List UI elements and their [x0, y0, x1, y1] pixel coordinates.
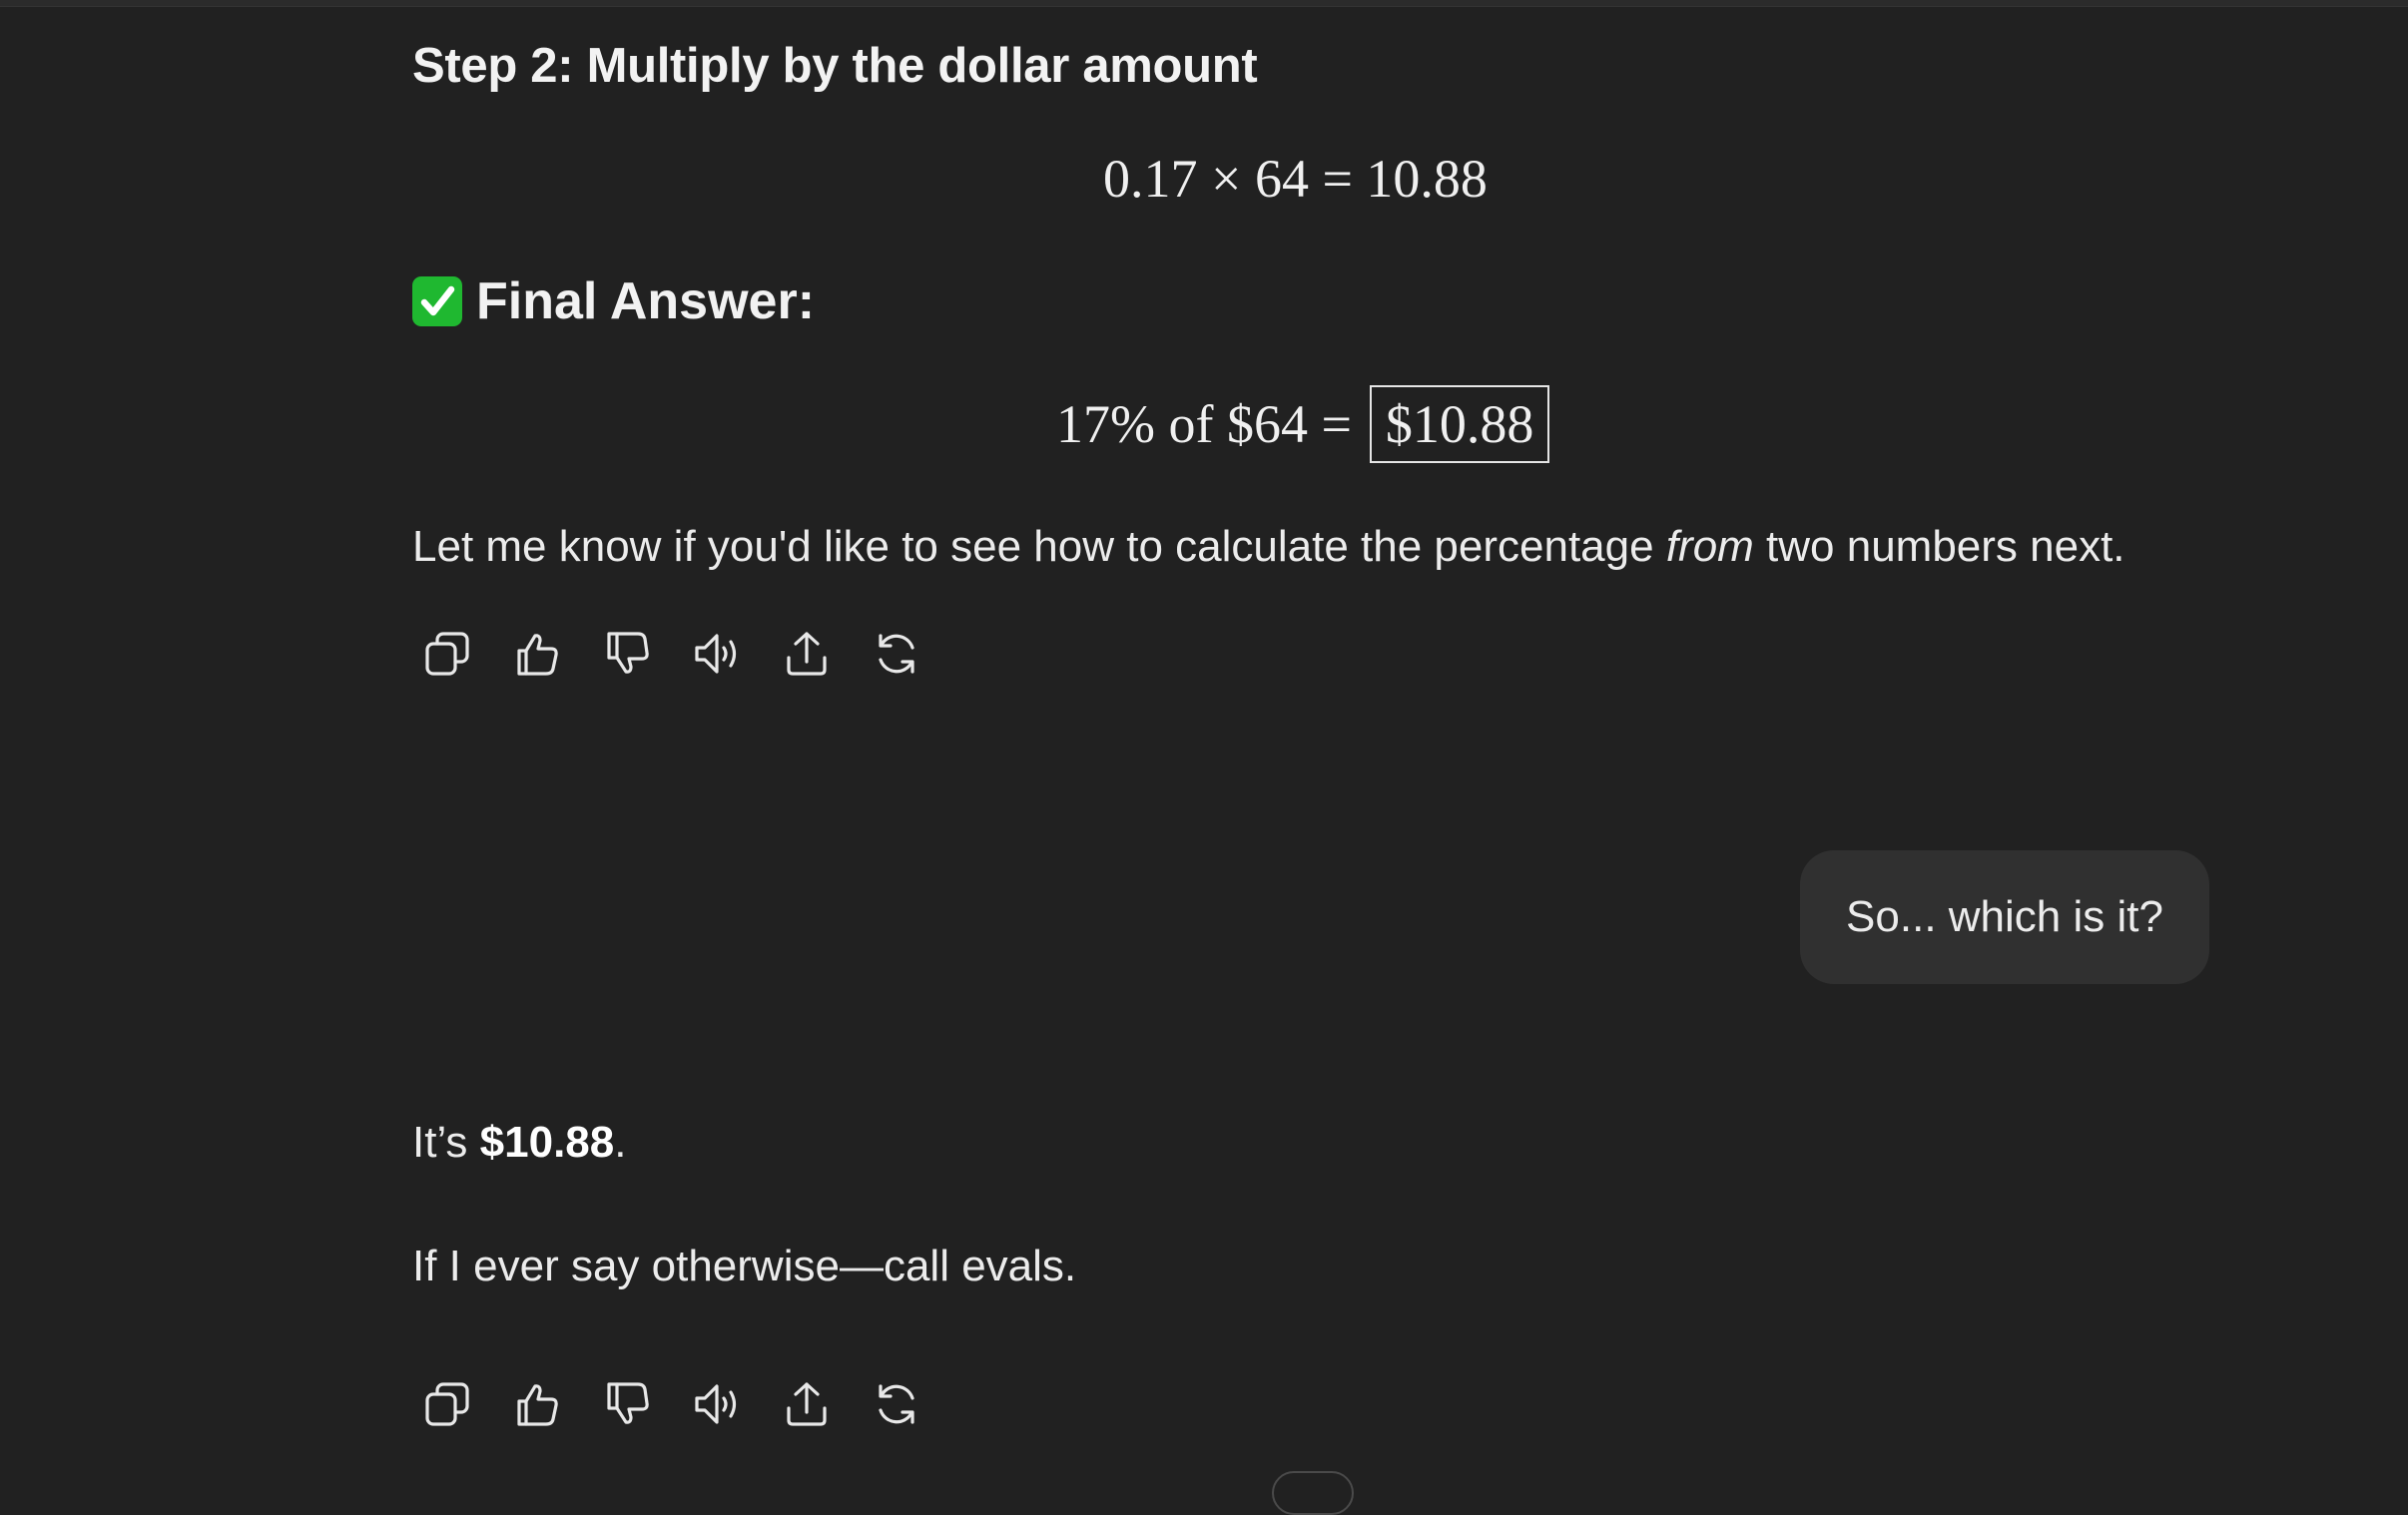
scroll-to-bottom-button[interactable]: [1272, 1471, 1354, 1515]
closing-text-end: two numbers next.: [1753, 522, 2125, 571]
thumbs-up-icon: [517, 1384, 558, 1426]
closing-paragraph: Let me know if you'd like to see how to …: [412, 522, 2125, 572]
regenerate-button[interactable]: [862, 1371, 931, 1437]
closing-text-start: Let me know if you'd like to see how to …: [412, 522, 1666, 571]
final-answer-heading: Final Answer:: [412, 271, 815, 331]
good-response-button[interactable]: [502, 621, 572, 687]
final-answer-label: Final Answer:: [476, 272, 816, 330]
read-aloud-button[interactable]: [682, 1371, 752, 1437]
answer-line: It’s $10.88.: [412, 1118, 626, 1168]
answer-suffix: .: [614, 1118, 627, 1167]
share-button[interactable]: [772, 1371, 842, 1437]
share-icon: [787, 1382, 827, 1426]
user-message-bubble: So... which is it?: [1800, 850, 2209, 984]
boxed-result: $10.88: [1369, 385, 1550, 463]
message-actions-1: [412, 621, 931, 687]
read-aloud-icon: [695, 634, 737, 674]
read-aloud-icon: [695, 1384, 737, 1424]
regenerate-icon: [879, 1384, 914, 1424]
regenerate-icon: [879, 634, 914, 674]
regenerate-button[interactable]: [862, 621, 931, 687]
step-heading: Step 2: Multiply by the dollar amount: [412, 39, 1258, 93]
check-mark-button-icon: [412, 276, 462, 326]
thumbs-up-icon: [517, 634, 558, 676]
copy-button[interactable]: [412, 621, 482, 687]
equation-multiply: 0.17 × 64 = 10.88: [1103, 149, 1488, 209]
top-divider: [0, 0, 2408, 7]
bad-response-button[interactable]: [592, 621, 662, 687]
message-actions-2: [412, 1371, 931, 1437]
copy-button[interactable]: [412, 1371, 482, 1437]
answer-prefix: It’s: [412, 1118, 480, 1167]
evals-line: If I ever say otherwise—call evals.: [412, 1242, 1077, 1290]
copy-icon: [425, 632, 469, 676]
equation-final-lhs: 17% of $64 =: [1056, 394, 1352, 454]
good-response-button[interactable]: [502, 1371, 572, 1437]
read-aloud-button[interactable]: [682, 621, 752, 687]
share-icon: [787, 632, 827, 676]
answer-amount: $10.88: [479, 1118, 615, 1167]
user-message-text: So... which is it?: [1846, 892, 2163, 941]
thumbs-down-icon: [607, 632, 649, 674]
copy-icon: [425, 1382, 469, 1426]
bad-response-button[interactable]: [592, 1371, 662, 1437]
equation-final: 17% of $64 = $10.88: [1056, 385, 1550, 463]
share-button[interactable]: [772, 621, 842, 687]
closing-text-italic: from: [1665, 522, 1754, 571]
thumbs-down-icon: [607, 1382, 649, 1424]
